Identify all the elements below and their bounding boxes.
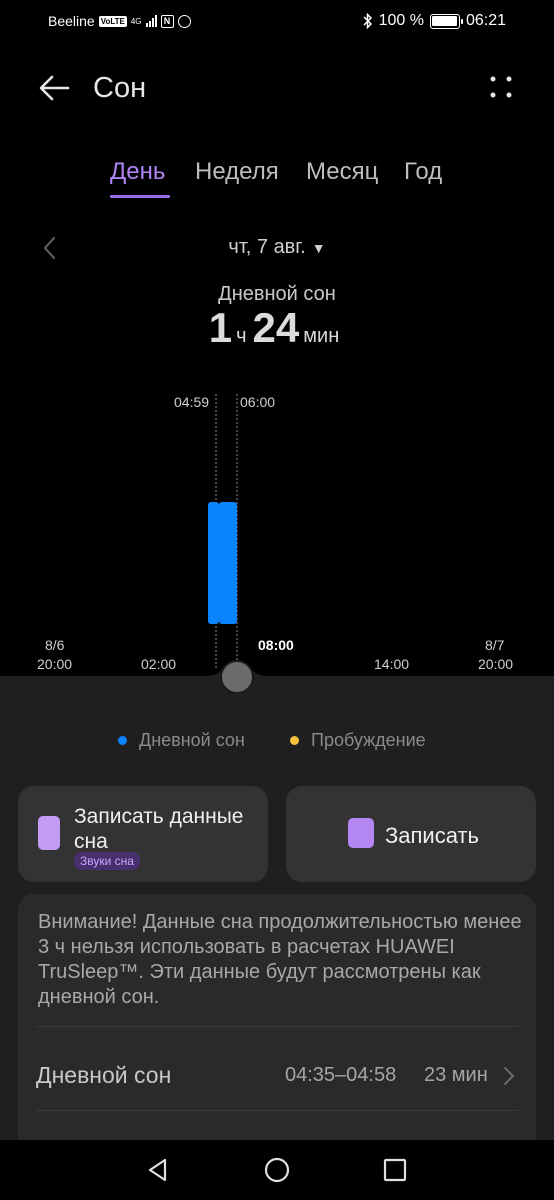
entry-time: 04:35–04:58 [285, 1064, 397, 1086]
x-label-top-5: 8/7 [485, 637, 505, 653]
tab-day[interactable]: День [110, 158, 165, 186]
record-button[interactable]: Записать [286, 786, 536, 882]
tab-year[interactable]: Год [404, 158, 442, 186]
timeline-scrubber-handle[interactable] [220, 660, 254, 694]
battery-icon [429, 13, 463, 29]
status-right: 100 % 06:21 [363, 12, 506, 30]
legend-item-day-sleep: Дневной сон [118, 730, 245, 751]
x-label-3: 08:00 [258, 637, 294, 653]
summary-hours-unit: ч [236, 325, 247, 347]
divider [36, 1026, 518, 1027]
signal-icon [145, 15, 157, 27]
x-label-4: 14:00 [374, 656, 410, 672]
nav-home-icon[interactable] [264, 1157, 290, 1183]
x-label-5: 20:00 [478, 656, 514, 672]
legend-dot-blue [118, 736, 127, 745]
summary-minutes-unit: мин [303, 325, 340, 347]
chevron-right-icon [504, 1067, 515, 1085]
back-arrow-icon[interactable] [34, 68, 74, 108]
period-tabs: День Неделя Месяц Год [0, 158, 554, 204]
bluetooth-icon [363, 13, 372, 29]
trusleep-warning: Внимание! Данные сна продолжительностью … [38, 911, 522, 1008]
nav-back-icon[interactable] [145, 1157, 171, 1183]
legend-label: Дневной сон [139, 730, 245, 750]
more-options-icon[interactable] [486, 72, 516, 102]
clock: 06:21 [465, 12, 506, 29]
summary-hours: 1 [208, 304, 233, 351]
sleep-info-card: Внимание! Данные сна продолжительностью … [18, 894, 536, 1154]
legend-dot-yellow [290, 736, 299, 745]
battery-percent: 100 % [378, 12, 424, 29]
date-text: чт, 7 авг. [228, 236, 306, 258]
status-bar: Beeline VoLTE 4G N 100 % 06:21 [0, 0, 554, 44]
entry-label: Дневной сон [36, 1062, 172, 1088]
sleep-record-icon [38, 816, 60, 850]
carrier-name: Beeline [48, 13, 95, 29]
app-bar: Сон [0, 60, 554, 116]
chevron-down-icon: ▼ [311, 240, 326, 256]
page-title: Сон [93, 72, 147, 104]
summary-minutes: 24 [252, 304, 300, 351]
edit-note-icon [348, 818, 374, 848]
network-type: 4G [130, 16, 142, 26]
volte-badge: VoLTE [98, 15, 127, 27]
sleep-bar-2 [219, 502, 237, 624]
record-sleep-label: Записать данные сна [74, 805, 244, 853]
x-label-top-1: 8/6 [45, 637, 65, 653]
nfc-icon: N [160, 14, 174, 28]
summary-duration: 1 ч 24 мин [0, 304, 554, 352]
date-selector: чт, 7 авг. ▼ [0, 228, 554, 268]
legend-label: Пробуждение [311, 730, 426, 750]
status-left: Beeline VoLTE 4G N [48, 13, 191, 29]
divider [36, 1110, 518, 1111]
alarm-icon [177, 14, 191, 28]
sleep-bar-1 [208, 502, 219, 624]
sleep-sounds-badge: Звуки сна [74, 852, 140, 870]
nav-recents-icon[interactable] [382, 1157, 408, 1183]
record-label: Записать [385, 823, 480, 848]
x-label-1: 20:00 [37, 656, 73, 672]
sleep-chart[interactable]: 04:59 06:00 8/6 20:00 02:00 08:00 14:00 … [0, 380, 554, 700]
x-label-2: 02:00 [141, 656, 177, 672]
entry-duration: 23 мин [424, 1064, 488, 1086]
record-sleep-data-button[interactable]: Записать данные сна Звуки сна [18, 786, 268, 882]
legend-item-awake: Пробуждение [290, 730, 426, 751]
system-nav-bar [0, 1140, 554, 1200]
active-tab-indicator [110, 195, 170, 198]
summary-label: Дневной сон [218, 283, 336, 305]
date-picker[interactable]: чт, 7 авг. ▼ [0, 236, 554, 259]
tab-month[interactable]: Месяц [306, 158, 378, 186]
tab-week[interactable]: Неделя [195, 158, 279, 186]
